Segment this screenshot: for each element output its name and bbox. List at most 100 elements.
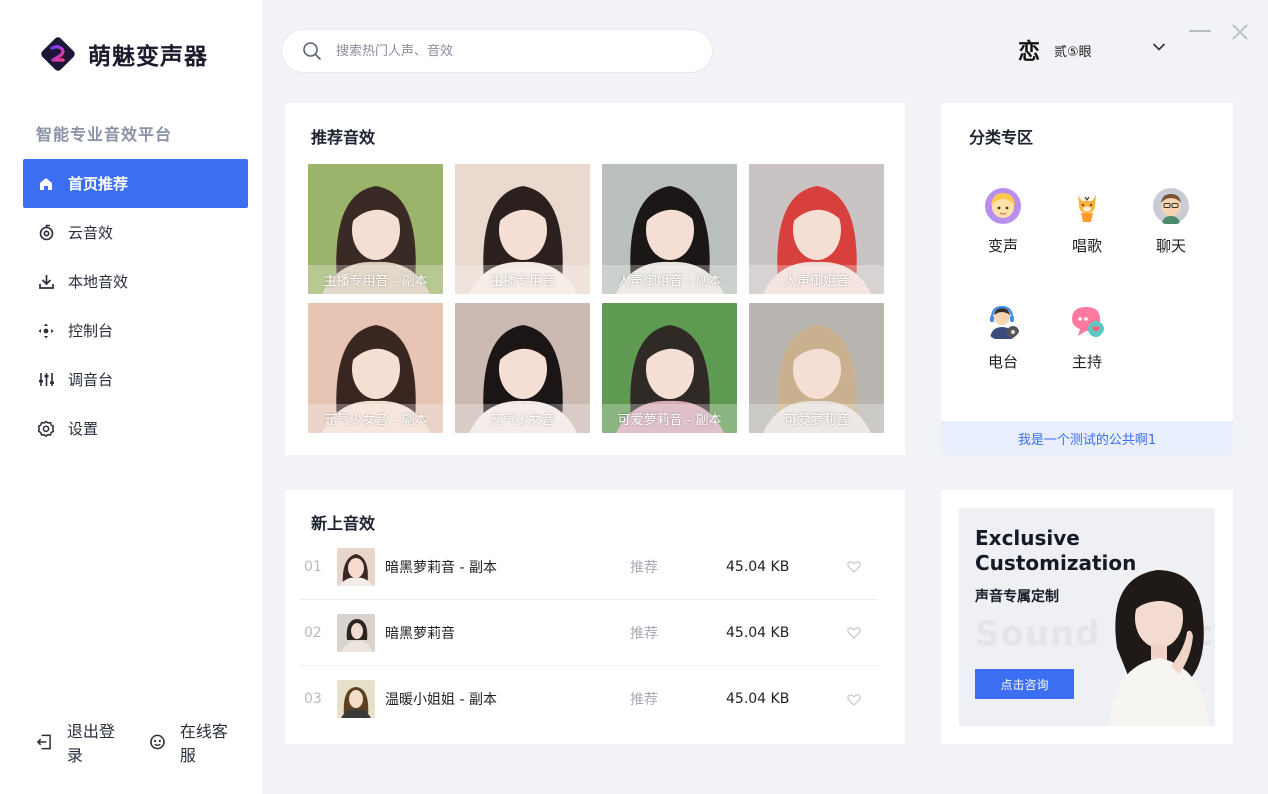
heart-icon[interactable] [844, 626, 864, 639]
sound-tile[interactable]: 主播专用音 - 副本 [308, 164, 443, 294]
app-logo[interactable]: 萌魅变声器 [40, 36, 208, 72]
promo-card: Sound Effect Exclusive Customization 声音专… [941, 490, 1233, 744]
promo-subtitle: 声音专属定制 [975, 589, 1059, 605]
logout-button[interactable]: 退出登录 [36, 718, 127, 766]
recommended-sounds-card: 推荐音效 主播专用音 - 副本 主播专用音 人声御姐音 - 副本 人声御姐音元气少女音… [285, 103, 905, 455]
section-title: 推荐音效 [311, 128, 376, 147]
consult-button[interactable]: 点击咨询 [975, 669, 1074, 699]
search-input[interactable] [336, 43, 676, 59]
close-icon[interactable] [1230, 22, 1250, 42]
main-nav: 首页推荐 云音效 本地音效 控制台 调音台 设置 [23, 159, 248, 453]
sound-tile-label: 可爱萝莉音 [749, 404, 884, 433]
category-label: 主持 [1071, 353, 1102, 371]
track-size: 45.04 KB [726, 558, 790, 575]
customer-service-icon [150, 734, 165, 750]
nav-item-home[interactable]: 首页推荐 [23, 159, 248, 208]
sound-tile-label: 人声御姐音 [749, 265, 884, 294]
nav-item-cloud-sound[interactable]: 云音效 [23, 208, 248, 257]
nav-label: 首页推荐 [68, 175, 129, 193]
username: 贰⑤眼 [1054, 44, 1092, 60]
gear-icon [37, 420, 55, 438]
headset-user-icon [990, 305, 1019, 339]
track-number: 02 [304, 624, 322, 641]
announcement-bar[interactable]: 我是一个测试的公共啊1 [941, 421, 1233, 455]
logo-icon [41, 37, 75, 71]
heart-icon[interactable] [844, 560, 864, 573]
sound-tile-label: 人声御姐音 - 副本 [602, 265, 737, 294]
sound-tile-label: 主播专用音 [455, 265, 590, 294]
nav-label: 云音效 [68, 224, 114, 242]
nav-label: 设置 [68, 420, 99, 438]
track-thumbnail [337, 547, 375, 586]
category-chat[interactable]: 聊天 [1141, 187, 1201, 256]
mixer-icon [37, 371, 55, 389]
app-tagline: 智能专业音效平台 [36, 125, 173, 144]
online-support-button[interactable]: 在线客服 [149, 718, 240, 766]
track-tag: 推荐 [630, 625, 658, 642]
sound-tile[interactable]: 可爱萝莉音 [749, 303, 884, 433]
logout-icon [36, 734, 51, 750]
category-host[interactable]: 主持 [1057, 303, 1117, 372]
app-window: 萌魅变声器 智能专业音效平台 首页推荐 云音效 本地音效 控制台 调音台 设置 … [0, 0, 1268, 794]
track-name: 暗黑萝莉音 [385, 625, 455, 642]
recommended-grid: 主播专用音 - 副本 主播专用音 人声御姐音 - 副本 人声御姐音元气少女音 - 副本… [308, 164, 884, 433]
track-thumbnail [337, 680, 375, 718]
section-title: 新上音效 [311, 514, 376, 533]
track-size: 45.04 KB [726, 691, 790, 707]
online-support-label: 在线客服 [179, 722, 228, 765]
sound-tile[interactable]: 人声御姐音 - 副本 [602, 164, 737, 294]
category-label: 变声 [987, 237, 1018, 255]
sound-tile-label: 主播专用音 - 副本 [308, 265, 443, 294]
sidebar: 萌魅变声器 智能专业音效平台 首页推荐 云音效 本地音效 控制台 调音台 设置 … [0, 0, 262, 794]
nav-item-console[interactable]: 控制台 [23, 306, 248, 355]
download-icon [37, 273, 55, 291]
nav-label: 本地音效 [68, 273, 129, 291]
section-title: 分类专区 [969, 128, 1034, 147]
track-name: 温暖小姐姐 - 副本 [385, 692, 497, 708]
track-thumbnail [337, 613, 375, 652]
category-card: 分类专区 变声 唱歌 聊天 电台 主持 我是一个测试的公共啊1 [941, 103, 1233, 455]
track-row[interactable]: 02 暗黑萝莉音 推荐 45.04 KB [300, 600, 878, 666]
track-row[interactable]: 01 暗黑萝莉音 - 副本 推荐 45.04 KB [300, 534, 878, 600]
logout-label: 退出登录 [66, 722, 115, 765]
sound-tile[interactable]: 元气少女音 [455, 303, 590, 433]
track-size: 45.04 KB [726, 624, 790, 641]
category-label: 唱歌 [1071, 237, 1102, 255]
sound-tile[interactable]: 主播专用音 [455, 164, 590, 294]
chevron-down-icon[interactable] [1152, 42, 1166, 52]
sound-tile-label: 可爱萝莉音 - 副本 [602, 404, 737, 433]
promo-banner[interactable]: Sound Effect Exclusive Customization 声音专… [959, 508, 1215, 726]
heart-icon[interactable] [844, 693, 864, 706]
track-tag: 推荐 [630, 559, 658, 576]
sound-tile[interactable]: 可爱萝莉音 - 副本 [602, 303, 737, 433]
nav-item-settings[interactable]: 设置 [23, 404, 248, 453]
search-icon[interactable] [302, 41, 322, 61]
sound-tile-label: 元气少女音 - 副本 [308, 404, 443, 433]
track-number: 01 [304, 558, 322, 575]
track-name: 暗黑萝莉音 - 副本 [385, 559, 497, 576]
category-singing[interactable]: 唱歌 [1057, 187, 1117, 256]
gamepad-icon [37, 322, 55, 340]
category-label: 电台 [987, 353, 1018, 371]
speech-bubble-icon [1072, 307, 1104, 337]
sound-tile[interactable]: 元气少女音 - 副本 [308, 303, 443, 433]
home-icon [37, 175, 55, 193]
nav-label: 调音台 [68, 371, 114, 389]
category-voice-change[interactable]: 变声 [973, 187, 1033, 256]
tiger-mascot-icon [1078, 195, 1096, 222]
nav-item-mixer[interactable]: 调音台 [23, 355, 248, 404]
category-radio[interactable]: 电台 [973, 303, 1033, 372]
new-sounds-card: 新上音效 01 暗黑萝莉音 - 副本 推荐 45.04 KB 02 暗黑萝莉音 [285, 490, 905, 744]
track-row[interactable]: 03 温暖小姐姐 - 副本 推荐 45.04 KB [300, 666, 878, 732]
minimize-button[interactable] [1189, 30, 1211, 32]
sidebar-footer: 退出登录 在线客服 [36, 718, 262, 766]
nav-item-local-sound[interactable]: 本地音效 [23, 257, 248, 306]
search-bar [281, 29, 713, 73]
user-profile[interactable]: 恋 贰⑤眼 [1016, 33, 1092, 67]
category-label: 聊天 [1155, 237, 1186, 255]
track-tag: 推荐 [630, 692, 658, 708]
girl-avatar-icon [985, 188, 1021, 224]
sound-tile[interactable]: 人声御姐音 [749, 164, 884, 294]
track-number: 03 [304, 691, 322, 707]
promo-model-image [1109, 570, 1209, 726]
